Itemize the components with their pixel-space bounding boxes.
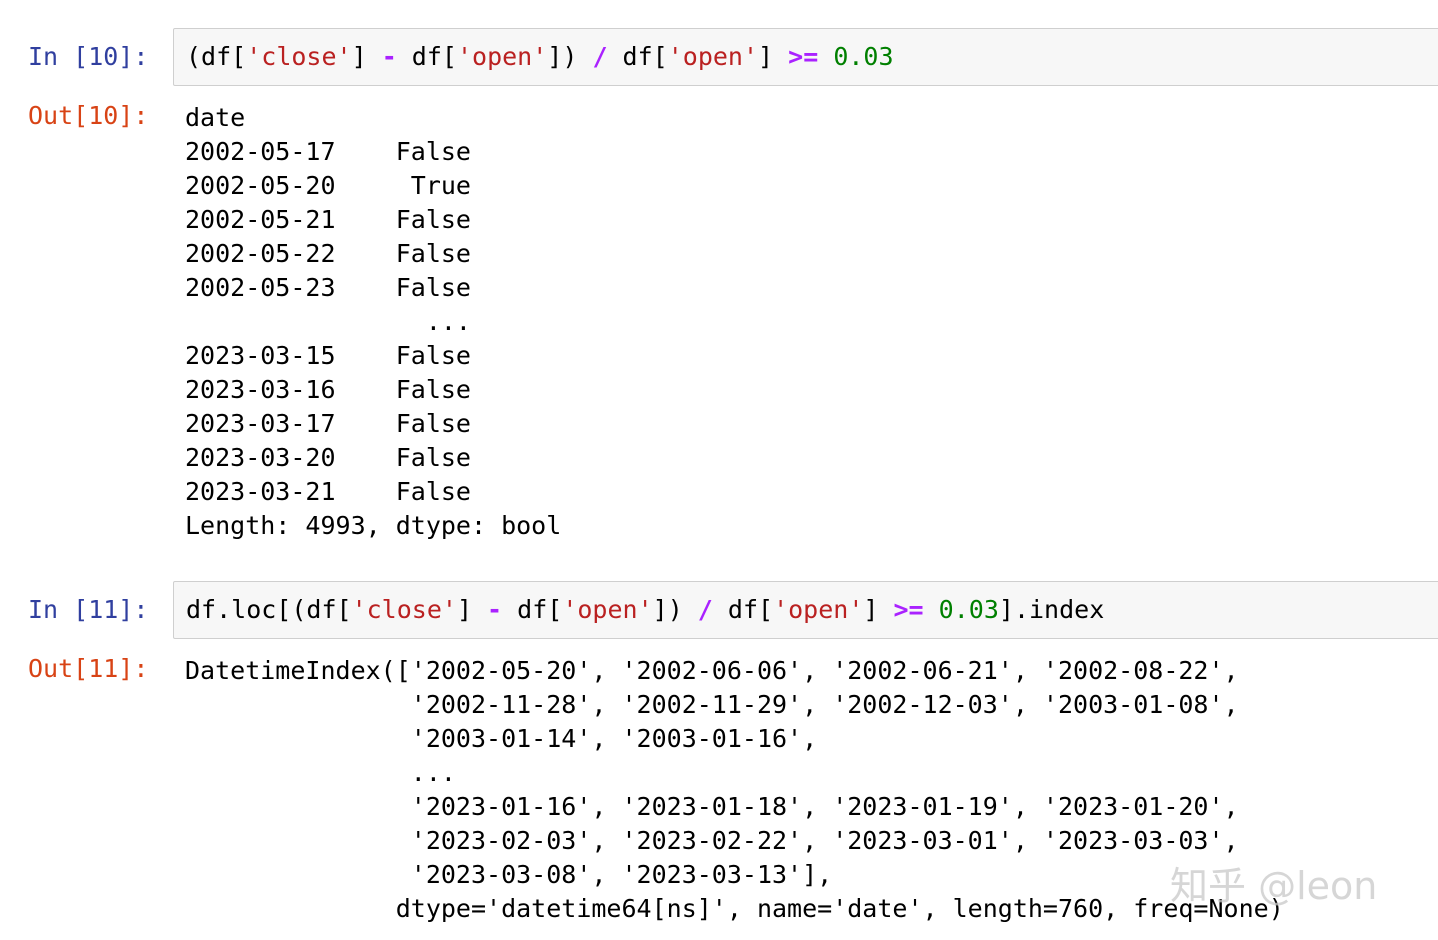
code-token-num: 0.03 xyxy=(833,42,894,71)
code-token-op: >= xyxy=(788,42,819,71)
code-line[interactable]: df.loc[(df['close'] - df['open']) / df['… xyxy=(186,593,1104,627)
code-token-str: 'open' xyxy=(773,595,864,624)
output-prompt: Out[11]: xyxy=(28,654,149,683)
code-token-plain: ] xyxy=(863,595,894,624)
input-prompt: In [11]: xyxy=(28,595,149,624)
code-token-plain: df.loc[(df[ xyxy=(186,595,352,624)
code-token-str: 'open' xyxy=(562,595,653,624)
code-token-str: 'open' xyxy=(456,42,548,71)
code-token-plain: ] xyxy=(758,42,789,71)
code-token-str: 'open' xyxy=(667,42,759,71)
code-input-area[interactable]: df.loc[(df['close'] - df['open']) / df['… xyxy=(173,581,1438,639)
code-token-plain: df[ xyxy=(712,595,774,624)
code-token-plain: ]) xyxy=(547,42,593,71)
code-token-plain: df[ xyxy=(502,595,563,624)
code-token-plain: df[ xyxy=(396,42,457,71)
code-token-op: / xyxy=(697,595,713,624)
watermark-logo: 知乎 @leon xyxy=(1170,864,1378,908)
code-token-op: - xyxy=(381,42,397,71)
code-input-area[interactable]: (df['close'] - df['open']) / df['open'] … xyxy=(173,28,1438,86)
code-token-num: 0.03 xyxy=(938,595,999,624)
code-token-str: 'close' xyxy=(351,595,457,624)
code-token-plain: df[ xyxy=(607,42,668,71)
code-token-op: - xyxy=(487,595,503,624)
cell-output: DatetimeIndex(['2002-05-20', '2002-06-06… xyxy=(185,656,1284,923)
input-prompt: In [10]: xyxy=(28,42,149,71)
code-token-plain: ] xyxy=(456,595,488,624)
cell-output: date 2002-05-17 False 2002-05-20 True 20… xyxy=(185,103,562,540)
code-token-plain: ] xyxy=(351,42,382,71)
output-prompt: Out[10]: xyxy=(28,101,149,130)
code-line[interactable]: (df['close'] - df['open']) / df['open'] … xyxy=(186,40,894,74)
code-token-plain: ].index xyxy=(998,595,1105,624)
code-token-str: 'close' xyxy=(246,42,352,71)
code-token-plain: ]) xyxy=(652,595,698,624)
code-token-op: / xyxy=(592,42,608,71)
code-token-plain: (df[ xyxy=(186,42,247,71)
code-token-op: >= xyxy=(893,595,924,624)
